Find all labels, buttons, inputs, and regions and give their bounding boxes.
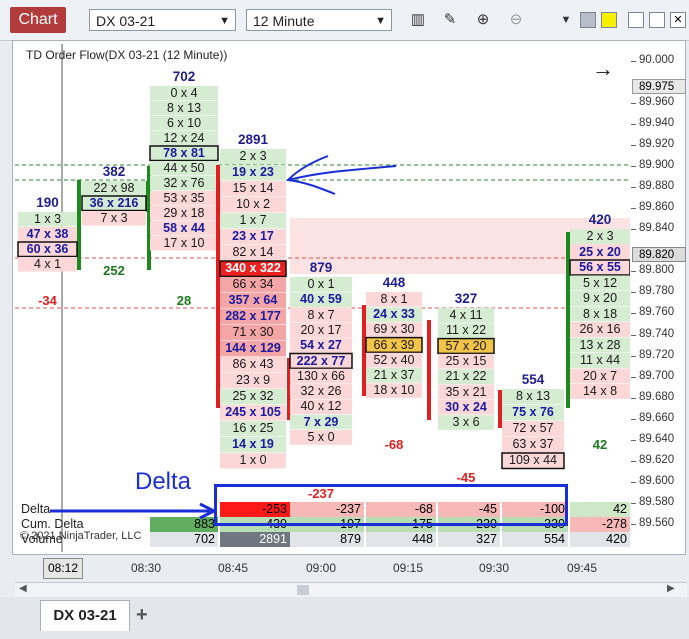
minimize-icon[interactable] bbox=[628, 12, 644, 28]
maximize-icon[interactable] bbox=[649, 12, 665, 28]
price-tick: 89.600 bbox=[630, 475, 675, 487]
instrument-value: DX 03-21 bbox=[96, 13, 156, 29]
scroll-thumb[interactable] bbox=[297, 585, 309, 595]
price-tick: 89.680 bbox=[630, 391, 675, 403]
price-tick: 89.660 bbox=[630, 412, 675, 424]
footprint-cell bbox=[438, 323, 494, 339]
window-color-icon[interactable] bbox=[580, 12, 596, 28]
footprint-cell bbox=[570, 322, 630, 337]
copyright: © 2021 NinjaTrader, LLC bbox=[20, 530, 142, 542]
time-tick: 08:45 bbox=[217, 561, 249, 575]
price-tick: 89.580 bbox=[630, 496, 675, 508]
footprint-cell bbox=[438, 399, 494, 415]
price-tick: 89.920 bbox=[630, 138, 675, 150]
price-tick: 89.620 bbox=[630, 454, 675, 466]
last-price-marker: 89.820 bbox=[632, 247, 686, 262]
footprint-cell bbox=[502, 437, 564, 453]
time-tick: 09:30 bbox=[478, 561, 510, 575]
chevron-down-icon: ▼ bbox=[219, 15, 230, 27]
chart-menu-button[interactable]: Chart bbox=[10, 7, 66, 33]
price-tick: 89.800 bbox=[630, 264, 675, 276]
footprint-cell bbox=[438, 308, 494, 323]
price-axis[interactable]: 90.000 89.960 89.940 89.920 89.900 89.880 89.8… bbox=[630, 42, 689, 552]
time-tick: 09:15 bbox=[392, 561, 424, 575]
drawing-tool-icon[interactable]: ✎ bbox=[440, 10, 460, 30]
chart-title: TD Order Flow(DX 03-21 (12 Minute)) bbox=[26, 48, 228, 62]
footprint-cell bbox=[569, 259, 630, 276]
price-tick: 89.640 bbox=[630, 433, 675, 445]
footprint-cell bbox=[501, 452, 565, 470]
zoom-out-icon[interactable]: ⊖ bbox=[506, 10, 526, 30]
footprint-cell bbox=[570, 353, 630, 368]
price-marker: 89.975 bbox=[632, 79, 686, 94]
footprint-cell bbox=[438, 369, 494, 384]
footprint-cell bbox=[150, 101, 218, 116]
price-tick: 89.560 bbox=[630, 517, 675, 529]
interval-value: 12 Minute bbox=[253, 13, 315, 29]
cursor-time: 08:12 bbox=[43, 558, 83, 579]
price-tick: 89.760 bbox=[630, 306, 675, 318]
price-tick: 89.720 bbox=[630, 349, 675, 361]
time-tick: 09:00 bbox=[305, 561, 337, 575]
time-axis[interactable]: 08:30 08:45 09:00 09:15 09:30 09:45 bbox=[15, 557, 631, 582]
footprint-cell bbox=[437, 337, 495, 355]
price-tick: 89.740 bbox=[630, 328, 675, 340]
footprint-cell bbox=[438, 384, 494, 400]
price-tick: 89.960 bbox=[630, 96, 675, 108]
price-tick: 89.700 bbox=[630, 370, 675, 382]
footprint-cell bbox=[150, 86, 218, 101]
footprint-cell bbox=[502, 389, 564, 405]
footprint-cell bbox=[570, 368, 630, 384]
instrument-selector[interactable]: DX 03-21 ▼ bbox=[89, 9, 236, 31]
add-tab-button[interactable]: + bbox=[136, 604, 148, 627]
footprint-cell bbox=[502, 421, 564, 437]
time-tick: 08:30 bbox=[130, 561, 162, 575]
price-tick: 89.940 bbox=[630, 117, 675, 129]
link-color-icon[interactable] bbox=[601, 12, 617, 28]
chevron-down-icon: ▼ bbox=[375, 15, 386, 27]
price-tick: 89.780 bbox=[630, 285, 675, 297]
annotation-arrows bbox=[50, 155, 397, 520]
interval-selector[interactable]: 12 Minute ▼ bbox=[246, 9, 392, 31]
tab-dx-03-21[interactable]: DX 03-21 bbox=[40, 600, 130, 631]
footprint-cell bbox=[438, 353, 494, 369]
footprint-cell bbox=[438, 415, 494, 430]
zoom-in-icon[interactable]: ⊕ bbox=[473, 10, 493, 30]
footprint-cell bbox=[570, 229, 630, 244]
footprint-cell bbox=[502, 405, 564, 421]
more-menu-icon[interactable]: ▼ bbox=[556, 10, 576, 30]
footprint-cell bbox=[570, 275, 630, 291]
footprint-cell bbox=[570, 337, 630, 353]
price-tick: 89.840 bbox=[630, 222, 675, 234]
bar-type-icon[interactable]: ▥ bbox=[408, 10, 428, 30]
arrow-right-icon: → bbox=[592, 56, 614, 81]
scroll-left-icon[interactable]: ◀ bbox=[19, 583, 27, 594]
footprint-cell bbox=[150, 131, 218, 146]
footprint-cell bbox=[570, 244, 630, 260]
price-tick: 90.000 bbox=[630, 54, 675, 66]
horizontal-scrollbar[interactable]: ◀ ▶ bbox=[15, 582, 687, 598]
footprint-cell bbox=[570, 306, 630, 322]
price-tick: 89.880 bbox=[630, 180, 675, 192]
close-icon[interactable]: ✕ bbox=[670, 12, 686, 28]
footprint-cell bbox=[570, 384, 630, 399]
time-tick: 09:45 bbox=[566, 561, 598, 575]
delta-row-label: Delta bbox=[21, 502, 51, 516]
footprint-cell bbox=[570, 291, 630, 306]
price-tick: 89.900 bbox=[630, 159, 675, 171]
price-tick: 89.860 bbox=[630, 201, 675, 213]
scroll-right-icon[interactable]: ▶ bbox=[667, 583, 675, 594]
footprint-cell bbox=[150, 116, 218, 131]
